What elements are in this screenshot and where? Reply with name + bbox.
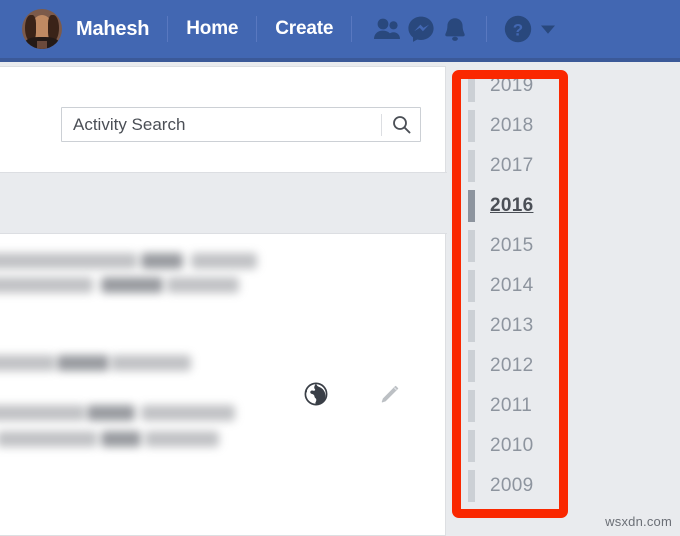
year-item-2009[interactable]: 2009 [464, 466, 569, 506]
top-navigation-bar: Mahesh Home Create ? [0, 0, 680, 62]
globe-icon[interactable] [303, 381, 329, 407]
year-item-2012[interactable]: 2012 [464, 346, 569, 386]
year-label: 2010 [490, 435, 534, 456]
year-item-2014[interactable]: 2014 [464, 266, 569, 306]
avatar-shirt [37, 41, 47, 49]
year-label: 2015 [490, 235, 534, 256]
year-tick-mark [468, 270, 475, 302]
profile-name-link[interactable]: Mahesh [76, 18, 149, 41]
year-tick-mark [468, 430, 475, 462]
year-item-2016[interactable]: 2016 [464, 186, 569, 226]
year-label: 2018 [490, 115, 534, 136]
blurred-text [0, 405, 85, 421]
nav-link-create[interactable]: Create [275, 18, 333, 40]
search-input[interactable] [62, 108, 381, 141]
year-item-2015[interactable]: 2015 [464, 226, 569, 266]
blurred-text [87, 405, 135, 421]
year-item-2010[interactable]: 2010 [464, 426, 569, 466]
notifications-bell-icon[interactable] [438, 12, 472, 46]
year-item-2019[interactable]: 2019 [464, 66, 569, 106]
year-tick-mark [468, 230, 475, 262]
nav-link-home[interactable]: Home [186, 18, 238, 40]
blurred-text [0, 253, 137, 269]
year-tick-mark [468, 470, 475, 502]
chevron-down-icon[interactable] [535, 14, 561, 44]
search-icon[interactable] [382, 108, 420, 141]
messenger-icon[interactable] [404, 12, 438, 46]
blurred-text [167, 277, 239, 293]
blurred-text [141, 253, 183, 269]
activity-log-card [0, 66, 447, 536]
year-item-2017[interactable]: 2017 [464, 146, 569, 186]
year-tick-mark [468, 350, 475, 382]
nav-divider-4 [486, 16, 488, 42]
blurred-text [0, 431, 97, 447]
search-row [61, 107, 421, 142]
year-label: 2011 [490, 395, 533, 416]
year-item-2013[interactable]: 2013 [464, 306, 569, 346]
year-label: 2019 [490, 75, 534, 96]
blurred-text [111, 355, 191, 371]
year-tick-mark [468, 390, 475, 422]
blurred-text [0, 277, 93, 293]
year-tick-mark [468, 190, 475, 222]
year-label: 2012 [490, 355, 534, 376]
year-tick-mark [468, 70, 475, 102]
blurred-text [101, 277, 163, 293]
year-tick-mark [468, 310, 475, 342]
year-item-2011[interactable]: 2011 [464, 386, 569, 426]
nav-divider-3 [351, 16, 353, 42]
blurred-text [0, 355, 55, 371]
avatar[interactable] [22, 9, 62, 49]
year-label: 2013 [490, 315, 534, 336]
year-label: 2014 [490, 275, 534, 296]
filter-band [0, 172, 447, 234]
blurred-text [145, 431, 219, 447]
blurred-text [191, 253, 257, 269]
blurred-text [101, 431, 141, 447]
blurred-text [141, 405, 235, 421]
friends-icon[interactable] [370, 12, 404, 46]
watermark: wsxdn.com [605, 514, 672, 529]
pencil-icon[interactable] [376, 382, 402, 408]
year-tick-mark [468, 110, 475, 142]
year-label: 2009 [490, 475, 534, 496]
nav-divider-1 [167, 16, 169, 42]
year-label: 2017 [490, 155, 534, 176]
year-label: 2016 [490, 195, 534, 216]
year-item-2018[interactable]: 2018 [464, 106, 569, 146]
help-question-icon[interactable]: ? [501, 12, 535, 46]
blurred-text [57, 355, 109, 371]
year-filter-rail[interactable]: 2019 2018 2017 2016 2015 2014 2013 2012 2011 2010… [464, 66, 569, 534]
year-tick-mark [468, 150, 475, 182]
activity-search-box[interactable] [61, 107, 421, 142]
svg-text:?: ? [513, 21, 523, 40]
nav-divider-2 [256, 16, 258, 42]
